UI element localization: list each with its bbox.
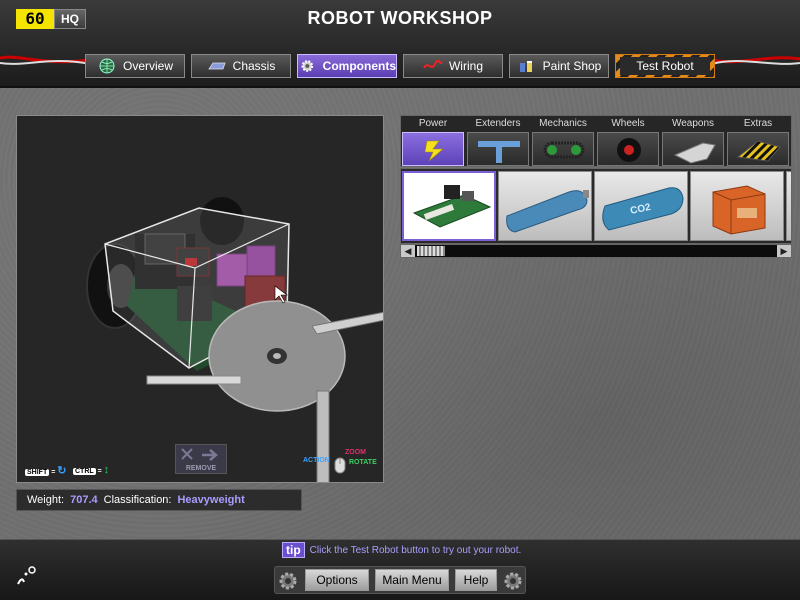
category-label: Power	[418, 118, 448, 129]
tab-test-robot[interactable]: Test Robot	[615, 54, 715, 78]
remove-arrow-icon	[181, 448, 218, 461]
gear-icon	[504, 572, 522, 590]
part-battery-box[interactable]	[690, 171, 784, 241]
robot-3d-viewport[interactable]: SHIFT = ↻ CTRL = ↕ REMOVE ACTION ZOOM RO…	[16, 115, 384, 483]
t-bar-icon	[478, 141, 520, 163]
menu-strip: Options Main Menu Help	[274, 566, 526, 594]
hazard-plate-icon	[736, 140, 781, 162]
weight-label: Weight:	[27, 494, 65, 506]
wheel-icon	[617, 138, 641, 162]
tab-label: Chassis	[232, 59, 276, 73]
category-label: Extras	[743, 118, 773, 129]
ctrl-move-hint: CTRL = ↕	[73, 464, 110, 476]
remove-label: REMOVE	[185, 465, 217, 472]
blade-icon	[673, 142, 716, 164]
tab-label: Overview	[122, 59, 173, 73]
category-mechanics[interactable]: Mechanics	[531, 116, 595, 168]
part-co2-tank[interactable]: CO2	[594, 171, 688, 241]
cable-right-decoration	[712, 56, 800, 65]
scroll-right-arrow-icon[interactable]: ▶	[777, 245, 791, 257]
hq-button[interactable]: HQ	[54, 9, 86, 29]
wire-icon	[423, 59, 443, 69]
category-label: Weapons	[671, 118, 715, 129]
shift-key-label: SHIFT	[25, 469, 50, 476]
paint-cans-icon	[519, 61, 532, 72]
fps-counter: 60	[16, 9, 54, 29]
lightning-icon	[424, 140, 444, 162]
tab-overview[interactable]: Overview	[85, 54, 185, 78]
parts-scrollbar[interactable]: ◀ ▶	[400, 244, 792, 258]
options-button[interactable]: Options	[305, 569, 369, 591]
component-categories: Power Extenders Mechanics Wheels Weapons…	[400, 115, 792, 167]
scroll-thumb[interactable]	[417, 246, 445, 256]
remove-button[interactable]: REMOVE	[175, 444, 227, 474]
tab-chassis[interactable]: Chassis	[191, 54, 291, 78]
category-power[interactable]: Power	[401, 116, 465, 168]
category-extras[interactable]: Extras	[726, 116, 790, 168]
classification-value: Heavyweight	[177, 494, 245, 506]
zoom-hint: ZOOM	[345, 449, 366, 456]
blue-tank-image	[506, 190, 589, 233]
top-bar: 60 HQ ROBOT WORKSHOP Overview Chassis Co…	[0, 0, 800, 88]
classification-label: Classification:	[103, 494, 172, 506]
part-tank[interactable]	[498, 171, 592, 241]
scroll-left-arrow-icon[interactable]: ◀	[401, 245, 415, 257]
tip-text: Click the Test Robot button to try out y…	[309, 544, 522, 556]
chassis-icon	[207, 62, 226, 70]
tab-paint-shop[interactable]: Paint Shop	[509, 54, 609, 78]
chain-drive-icon	[543, 141, 585, 159]
category-label: Wheels	[611, 118, 645, 129]
tab-label: Wiring	[448, 59, 483, 73]
gear-icon	[279, 572, 297, 590]
weight-value: 707.4	[70, 494, 98, 506]
tip-badge: tip	[282, 542, 305, 558]
category-extenders[interactable]: Extenders	[466, 116, 530, 168]
rotate-hint: ROTATE	[349, 459, 377, 466]
rotate-arrow-icon: ↻	[57, 465, 67, 477]
category-weapons[interactable]: Weapons	[661, 116, 725, 168]
main-menu-button[interactable]: Main Menu	[375, 569, 449, 591]
circuit-board-image	[412, 185, 492, 228]
parts-carousel: CO2	[400, 168, 792, 244]
tab-label: Test Robot	[620, 57, 710, 75]
robot-model	[86, 197, 383, 482]
part-circuit-board[interactable]	[402, 171, 496, 241]
category-label: Extenders	[475, 118, 521, 129]
shift-rotate-hint: SHIFT = ↻	[25, 465, 67, 477]
gear-icon	[301, 60, 314, 72]
action-hint: ACTION	[303, 457, 330, 464]
help-button[interactable]: Help	[455, 569, 497, 591]
co2-tank-image: CO2	[602, 187, 684, 231]
part-next-partial[interactable]	[786, 171, 791, 241]
tab-label: Paint Shop	[542, 59, 602, 73]
category-label: Mechanics	[539, 118, 587, 129]
tab-components[interactable]: Components	[297, 54, 397, 78]
page-title: ROBOT WORKSHOP	[307, 8, 493, 28]
mouse-icon	[334, 457, 346, 474]
ctrl-key-label: CTRL	[73, 468, 96, 475]
cable-left-decoration	[0, 55, 90, 65]
footer-bar: tip Click the Test Robot button to try o…	[0, 539, 800, 600]
tab-label: Components	[322, 59, 396, 73]
globe-icon	[99, 58, 115, 74]
category-wheels[interactable]: Wheels	[596, 116, 660, 168]
robot-stats-bar: Weight: 707.4 Classification: Heavyweigh…	[16, 489, 302, 511]
tip-message: tip Click the Test Robot button to try o…	[282, 541, 521, 559]
vertical-arrow-icon: ↕	[103, 464, 110, 476]
battery-box-image	[712, 185, 766, 235]
tab-wiring[interactable]: Wiring	[403, 54, 503, 78]
pointer-tool-icon[interactable]	[12, 562, 40, 590]
